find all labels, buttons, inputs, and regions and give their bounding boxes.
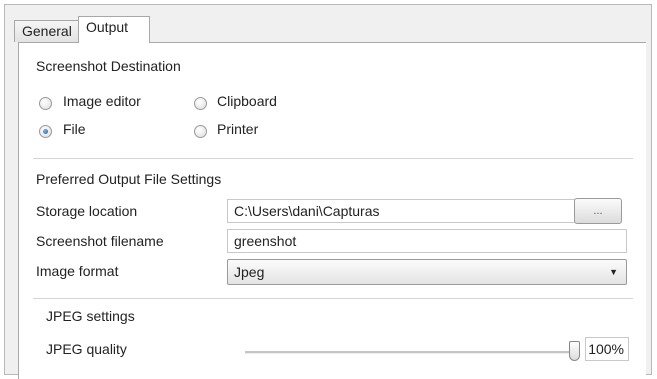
- radio-clipboard[interactable]: [194, 97, 207, 110]
- radio-clipboard-label[interactable]: Clipboard: [217, 93, 277, 109]
- radio-printer[interactable]: [194, 125, 207, 138]
- tab-general[interactable]: General: [14, 20, 80, 42]
- screenshot-filename-input[interactable]: greenshot: [227, 229, 627, 253]
- jpeg-quality-slider-track[interactable]: [245, 351, 575, 354]
- section-divider: [33, 158, 633, 159]
- jpeg-quality-value: 100%: [585, 337, 629, 361]
- radio-image-editor-label[interactable]: Image editor: [63, 93, 141, 109]
- output-tab-panel: Screenshot Destination Image editor Clip…: [18, 42, 646, 379]
- radio-image-editor[interactable]: [39, 97, 52, 110]
- image-format-select[interactable]: Jpeg ▼: [227, 259, 627, 285]
- output-file-settings-title: Preferred Output File Settings: [36, 171, 222, 187]
- jpeg-quality-slider-thumb[interactable]: [569, 341, 580, 361]
- radio-printer-label[interactable]: Printer: [217, 121, 258, 137]
- jpeg-settings-title: JPEG settings: [46, 308, 135, 324]
- radio-file-label[interactable]: File: [63, 121, 86, 137]
- section-divider: [33, 298, 633, 299]
- jpeg-quality-label: JPEG quality: [46, 341, 127, 357]
- radio-file[interactable]: [39, 125, 52, 138]
- storage-location-label: Storage location: [36, 203, 138, 219]
- storage-location-input[interactable]: C:\Users\dani\Capturas: [227, 199, 579, 223]
- tab-output-label: Output: [86, 19, 129, 35]
- image-format-label: Image format: [36, 263, 119, 279]
- chevron-down-icon: ▼: [609, 267, 618, 277]
- tab-output[interactable]: Output: [78, 16, 150, 43]
- tab-general-label: General: [22, 23, 72, 39]
- browse-button[interactable]: ...: [574, 198, 622, 224]
- screenshot-filename-label: Screenshot filename: [36, 233, 164, 249]
- screenshot-destination-title: Screenshot Destination: [36, 58, 181, 74]
- image-format-value: Jpeg: [234, 264, 265, 280]
